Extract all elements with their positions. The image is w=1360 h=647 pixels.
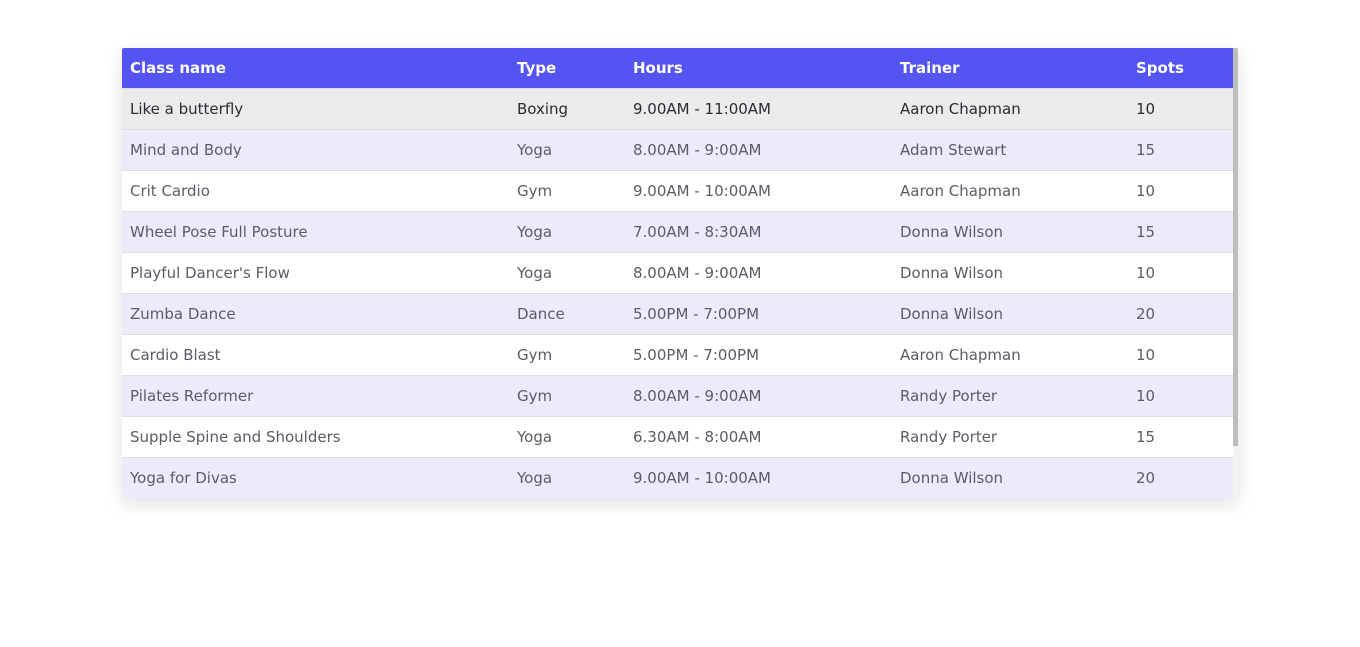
table-row[interactable]: Cardio Blast Gym 5.00PM - 7:00PM Aaron C… [122, 333, 1233, 375]
cell-type: Yoga [509, 415, 625, 457]
classes-table-card: Class name Type Hours Trainer Spots Like… [122, 48, 1238, 498]
cell-trainer: Aaron Chapman [892, 333, 1128, 375]
table-row[interactable]: Supple Spine and Shoulders Yoga 6.30AM -… [122, 415, 1233, 457]
cell-class-name: Wheel Pose Full Posture [122, 210, 509, 252]
cell-class-name: Zumba Dance [122, 292, 509, 334]
cell-hours: 8.00AM - 9:00AM [625, 251, 892, 293]
cell-trainer: Aaron Chapman [892, 169, 1128, 211]
cell-spots: 15 [1128, 128, 1233, 170]
table-row[interactable]: Like a butterfly Boxing 9.00AM - 11:00AM… [122, 87, 1233, 129]
cell-spots: 10 [1128, 333, 1233, 375]
cell-hours: 9.00AM - 10:00AM [625, 169, 892, 211]
column-header-trainer[interactable]: Trainer [892, 48, 1128, 88]
cell-spots: 15 [1128, 415, 1233, 457]
cell-type: Gym [509, 374, 625, 416]
cell-hours: 5.00PM - 7:00PM [625, 333, 892, 375]
table-row[interactable]: Mind and Body Yoga 8.00AM - 9:00AM Adam … [122, 128, 1233, 170]
cell-trainer: Randy Porter [892, 374, 1128, 416]
cell-trainer: Donna Wilson [892, 251, 1128, 293]
scrollbar-thumb[interactable] [1233, 48, 1238, 446]
cell-spots: 10 [1128, 169, 1233, 211]
cell-spots: 20 [1128, 292, 1233, 334]
cell-hours: 9.00AM - 10:00AM [625, 456, 892, 498]
cell-spots: 10 [1128, 87, 1233, 129]
cell-hours: 5.00PM - 7:00PM [625, 292, 892, 334]
cell-hours: 8.00AM - 9:00AM [625, 128, 892, 170]
cell-type: Dance [509, 292, 625, 334]
table-row[interactable]: Yoga for Divas Yoga 9.00AM - 10:00AM Don… [122, 456, 1233, 498]
column-header-class-name[interactable]: Class name [122, 48, 509, 88]
cell-trainer: Donna Wilson [892, 292, 1128, 334]
cell-class-name: Mind and Body [122, 128, 509, 170]
cell-trainer: Aaron Chapman [892, 87, 1128, 129]
classes-table: Class name Type Hours Trainer Spots Like… [122, 48, 1233, 498]
cell-hours: 9.00AM - 11:00AM [625, 87, 892, 129]
cell-class-name: Like a butterfly [122, 87, 509, 129]
cell-type: Gym [509, 169, 625, 211]
cell-trainer: Donna Wilson [892, 456, 1128, 498]
cell-spots: 10 [1128, 251, 1233, 293]
cell-type: Boxing [509, 87, 625, 129]
cell-class-name: Crit Cardio [122, 169, 509, 211]
table-header-row: Class name Type Hours Trainer Spots [122, 48, 1233, 88]
cell-type: Gym [509, 333, 625, 375]
cell-trainer: Donna Wilson [892, 210, 1128, 252]
cell-class-name: Cardio Blast [122, 333, 509, 375]
cell-spots: 15 [1128, 210, 1233, 252]
cell-class-name: Supple Spine and Shoulders [122, 415, 509, 457]
cell-spots: 10 [1128, 374, 1233, 416]
cell-trainer: Adam Stewart [892, 128, 1128, 170]
cell-hours: 7.00AM - 8:30AM [625, 210, 892, 252]
column-header-type[interactable]: Type [509, 48, 625, 88]
column-header-spots[interactable]: Spots [1128, 48, 1233, 88]
cell-type: Yoga [509, 128, 625, 170]
cell-type: Yoga [509, 251, 625, 293]
cell-class-name: Pilates Reformer [122, 374, 509, 416]
cell-type: Yoga [509, 210, 625, 252]
table-row[interactable]: Zumba Dance Dance 5.00PM - 7:00PM Donna … [122, 292, 1233, 334]
cell-trainer: Randy Porter [892, 415, 1128, 457]
cell-hours: 6.30AM - 8:00AM [625, 415, 892, 457]
cell-class-name: Yoga for Divas [122, 456, 509, 498]
cell-class-name: Playful Dancer's Flow [122, 251, 509, 293]
table-row[interactable]: Crit Cardio Gym 9.00AM - 10:00AM Aaron C… [122, 169, 1233, 211]
table-row[interactable]: Pilates Reformer Gym 8.00AM - 9:00AM Ran… [122, 374, 1233, 416]
vertical-scrollbar[interactable] [1233, 48, 1238, 498]
table-scroll-area[interactable]: Class name Type Hours Trainer Spots Like… [122, 48, 1233, 498]
cell-spots: 20 [1128, 456, 1233, 498]
table-row[interactable]: Playful Dancer's Flow Yoga 8.00AM - 9:00… [122, 251, 1233, 293]
column-header-hours[interactable]: Hours [625, 48, 892, 88]
cell-hours: 8.00AM - 9:00AM [625, 374, 892, 416]
cell-type: Yoga [509, 456, 625, 498]
table-row[interactable]: Wheel Pose Full Posture Yoga 7.00AM - 8:… [122, 210, 1233, 252]
